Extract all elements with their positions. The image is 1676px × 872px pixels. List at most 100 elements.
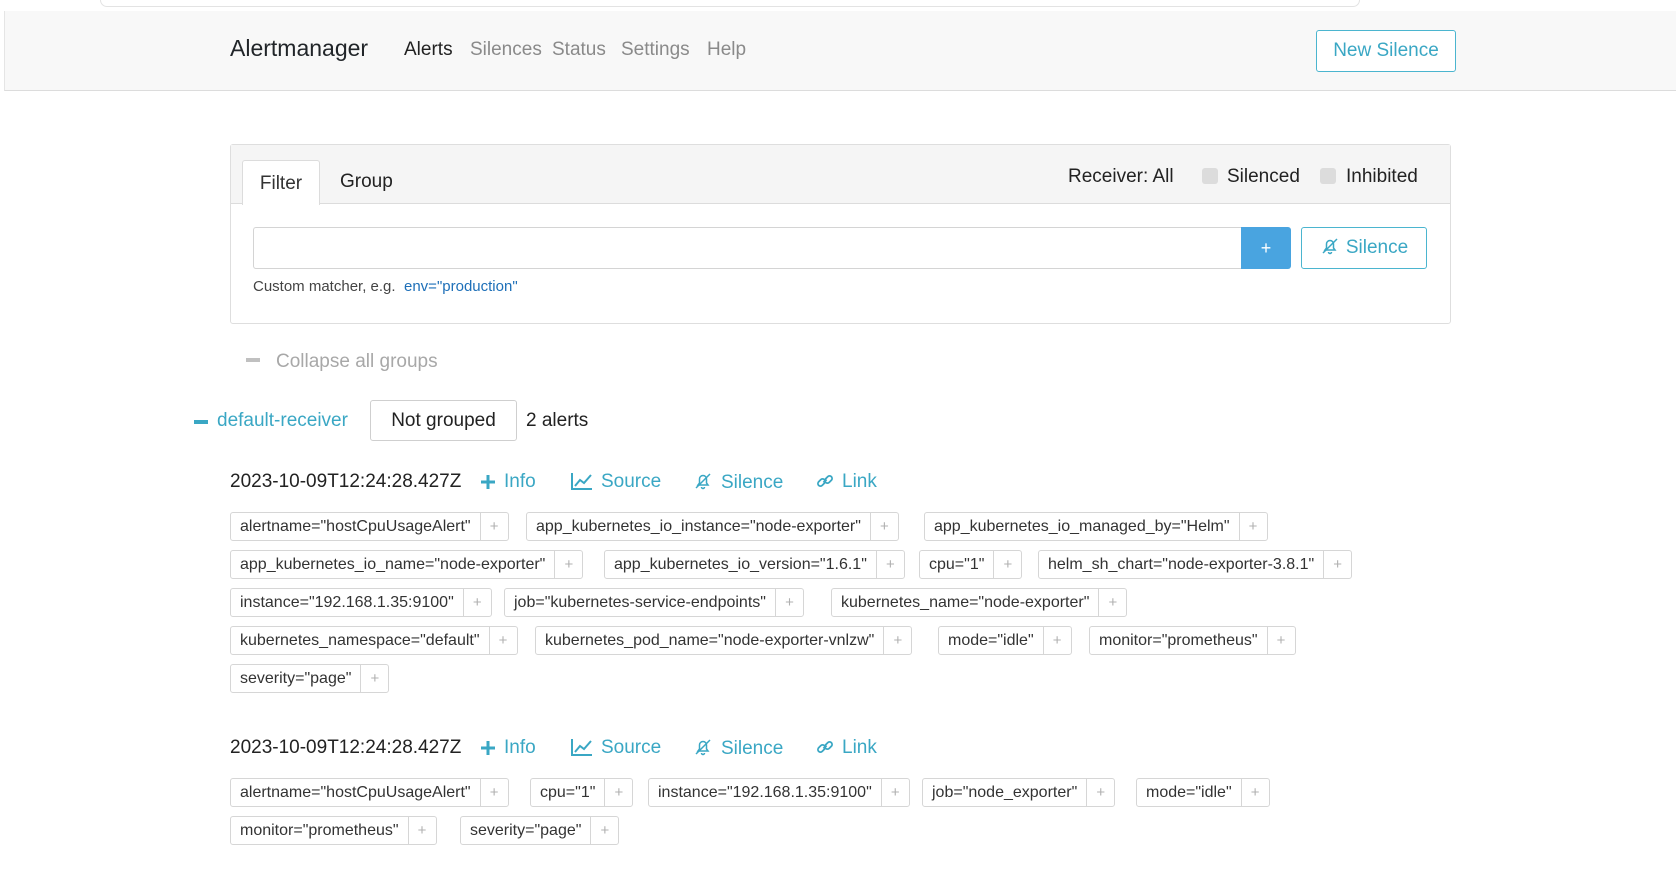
- label-chip-text[interactable]: alertname="hostCpuUsageAlert": [231, 513, 480, 540]
- label-chip[interactable]: app_kubernetes_io_instance="node-exporte…: [526, 512, 899, 541]
- new-silence-button[interactable]: New Silence: [1316, 30, 1456, 72]
- group-receiver-link[interactable]: default-receiver: [217, 410, 348, 432]
- label-chip[interactable]: app_kubernetes_io_managed_by="Helm" +: [924, 512, 1268, 541]
- alert-info-action[interactable]: Info: [480, 737, 536, 759]
- label-chip-text[interactable]: monitor="prometheus": [1090, 627, 1267, 654]
- add-label-filter-button[interactable]: +: [875, 551, 904, 578]
- add-label-filter-button[interactable]: +: [774, 589, 803, 616]
- alert-source-action[interactable]: Source: [571, 737, 661, 759]
- label-chip-text[interactable]: monitor="prometheus": [231, 817, 408, 844]
- label-chip[interactable]: job="node_exporter" +: [922, 778, 1116, 807]
- label-chip-text[interactable]: mode="idle": [1137, 779, 1241, 806]
- alert-link-action[interactable]: Link: [816, 737, 877, 759]
- silenced-checkbox[interactable]: [1202, 168, 1218, 184]
- filter-panel: Filter Group Receiver: All Silenced Inhi…: [230, 144, 1451, 324]
- label-chip-text[interactable]: kubernetes_namespace="default": [231, 627, 489, 654]
- label-chip-text[interactable]: severity="page": [461, 817, 590, 844]
- label-chip[interactable]: helm_sh_chart="node-exporter-3.8.1" +: [1038, 550, 1353, 579]
- label-chip[interactable]: app_kubernetes_io_version="1.6.1" +: [604, 550, 905, 579]
- nav-alerts[interactable]: Alerts: [404, 39, 453, 61]
- add-label-filter-button[interactable]: +: [554, 551, 582, 578]
- receiver-selector[interactable]: Receiver: All: [1068, 166, 1174, 188]
- label-chip[interactable]: mode="idle" +: [938, 626, 1072, 655]
- alert-silence-label: Silence: [721, 738, 784, 759]
- tab-filter[interactable]: Filter: [242, 160, 320, 205]
- add-label-filter-button[interactable]: +: [407, 817, 436, 844]
- label-chip-text[interactable]: app_kubernetes_io_name="node-exporter": [231, 551, 554, 578]
- label-chip[interactable]: cpu="1" +: [919, 550, 1023, 579]
- label-chip-text[interactable]: severity="page": [231, 665, 360, 692]
- brand[interactable]: Alertmanager: [230, 35, 368, 62]
- tab-group[interactable]: Group: [340, 171, 393, 193]
- label-chip-text[interactable]: job="kubernetes-service-endpoints": [505, 589, 775, 616]
- label-chip-text[interactable]: app_kubernetes_io_version="1.6.1": [605, 551, 876, 578]
- add-label-filter-button[interactable]: +: [462, 589, 491, 616]
- collapse-all-groups[interactable]: Collapse all groups: [246, 351, 438, 373]
- label-chip[interactable]: monitor="prometheus" +: [230, 816, 437, 845]
- label-chip[interactable]: mode="idle" +: [1136, 778, 1270, 807]
- add-label-filter-button[interactable]: +: [1098, 589, 1126, 616]
- alert-link-action[interactable]: Link: [816, 471, 877, 493]
- label-chip[interactable]: instance="192.168.1.35:9100" +: [648, 778, 910, 807]
- add-label-filter-button[interactable]: +: [479, 513, 508, 540]
- add-label-filter-button[interactable]: +: [1266, 627, 1295, 654]
- label-chip[interactable]: instance="192.168.1.35:9100" +: [230, 588, 492, 617]
- add-label-filter-button[interactable]: +: [880, 779, 909, 806]
- label-chip-text[interactable]: mode="idle": [939, 627, 1043, 654]
- add-label-filter-button[interactable]: +: [1238, 513, 1267, 540]
- add-label-filter-button[interactable]: +: [604, 779, 632, 806]
- nav-help[interactable]: Help: [707, 39, 746, 61]
- alert-source-label: Source: [601, 737, 662, 758]
- label-chip[interactable]: alertname="hostCpuUsageAlert" +: [230, 778, 509, 807]
- label-chip-text[interactable]: cpu="1": [920, 551, 993, 578]
- add-label-filter-button[interactable]: +: [1086, 779, 1114, 806]
- matcher-input[interactable]: [253, 227, 1241, 269]
- add-label-filter-button[interactable]: +: [488, 627, 517, 654]
- add-label-filter-button[interactable]: +: [869, 513, 898, 540]
- label-chip-text[interactable]: app_kubernetes_io_managed_by="Helm": [925, 513, 1239, 540]
- label-chip[interactable]: cpu="1" +: [530, 778, 634, 807]
- alert-count: 2 alerts: [526, 410, 589, 431]
- add-label-filter-button[interactable]: +: [1323, 551, 1351, 578]
- label-chip[interactable]: app_kubernetes_io_name="node-exporter" +: [230, 550, 584, 579]
- add-label-filter-button[interactable]: +: [360, 665, 388, 692]
- label-chip-text[interactable]: cpu="1": [531, 779, 604, 806]
- add-label-filter-button[interactable]: +: [590, 817, 618, 844]
- label-chip-text[interactable]: alertname="hostCpuUsageAlert": [231, 779, 480, 806]
- label-chip[interactable]: kubernetes_namespace="default" +: [230, 626, 518, 655]
- filter-silence-button[interactable]: Silence: [1301, 227, 1427, 269]
- alert-silence-action[interactable]: Silence: [693, 471, 783, 494]
- inhibited-label[interactable]: Inhibited: [1346, 166, 1418, 188]
- add-label-filter-button[interactable]: +: [883, 627, 911, 654]
- label-chip-text[interactable]: kubernetes_pod_name="node-exporter-vnlzw…: [536, 627, 883, 654]
- label-chip[interactable]: alertname="hostCpuUsageAlert" +: [230, 512, 509, 541]
- matcher-hint-example: env="production": [404, 278, 518, 295]
- label-chip-text[interactable]: instance="192.168.1.35:9100": [231, 589, 463, 616]
- add-matcher-button[interactable]: +: [1241, 227, 1291, 269]
- add-label-filter-button[interactable]: +: [1042, 627, 1071, 654]
- add-label-filter-button[interactable]: +: [1240, 779, 1269, 806]
- label-chip-text[interactable]: app_kubernetes_io_instance="node-exporte…: [527, 513, 870, 540]
- nav-settings[interactable]: Settings: [621, 39, 690, 61]
- add-label-filter-button[interactable]: +: [993, 551, 1021, 578]
- label-chip-text[interactable]: helm_sh_chart="node-exporter-3.8.1": [1039, 551, 1323, 578]
- label-chip-text[interactable]: instance="192.168.1.35:9100": [649, 779, 881, 806]
- label-chip[interactable]: kubernetes_name="node-exporter" +: [831, 588, 1128, 617]
- inhibited-checkbox[interactable]: [1320, 168, 1336, 184]
- filter-panel-header: Filter Group Receiver: All Silenced Inhi…: [231, 145, 1450, 205]
- label-chip[interactable]: severity="page" +: [460, 816, 620, 845]
- add-label-filter-button[interactable]: +: [479, 779, 508, 806]
- silenced-label[interactable]: Silenced: [1227, 166, 1300, 188]
- collapse-group-icon[interactable]: [194, 420, 208, 424]
- label-chip[interactable]: severity="page" +: [230, 664, 390, 693]
- label-chip[interactable]: job="kubernetes-service-endpoints" +: [504, 588, 804, 617]
- alert-info-action[interactable]: Info: [480, 471, 536, 493]
- label-chip-text[interactable]: kubernetes_name="node-exporter": [832, 589, 1098, 616]
- nav-status[interactable]: Status: [552, 39, 606, 61]
- label-chip[interactable]: kubernetes_pod_name="node-exporter-vnlzw…: [535, 626, 913, 655]
- label-chip[interactable]: monitor="prometheus" +: [1089, 626, 1296, 655]
- nav-silences[interactable]: Silences: [470, 39, 542, 61]
- label-chip-text[interactable]: job="node_exporter": [923, 779, 1086, 806]
- alert-silence-action[interactable]: Silence: [693, 737, 783, 760]
- alert-source-action[interactable]: Source: [571, 471, 661, 493]
